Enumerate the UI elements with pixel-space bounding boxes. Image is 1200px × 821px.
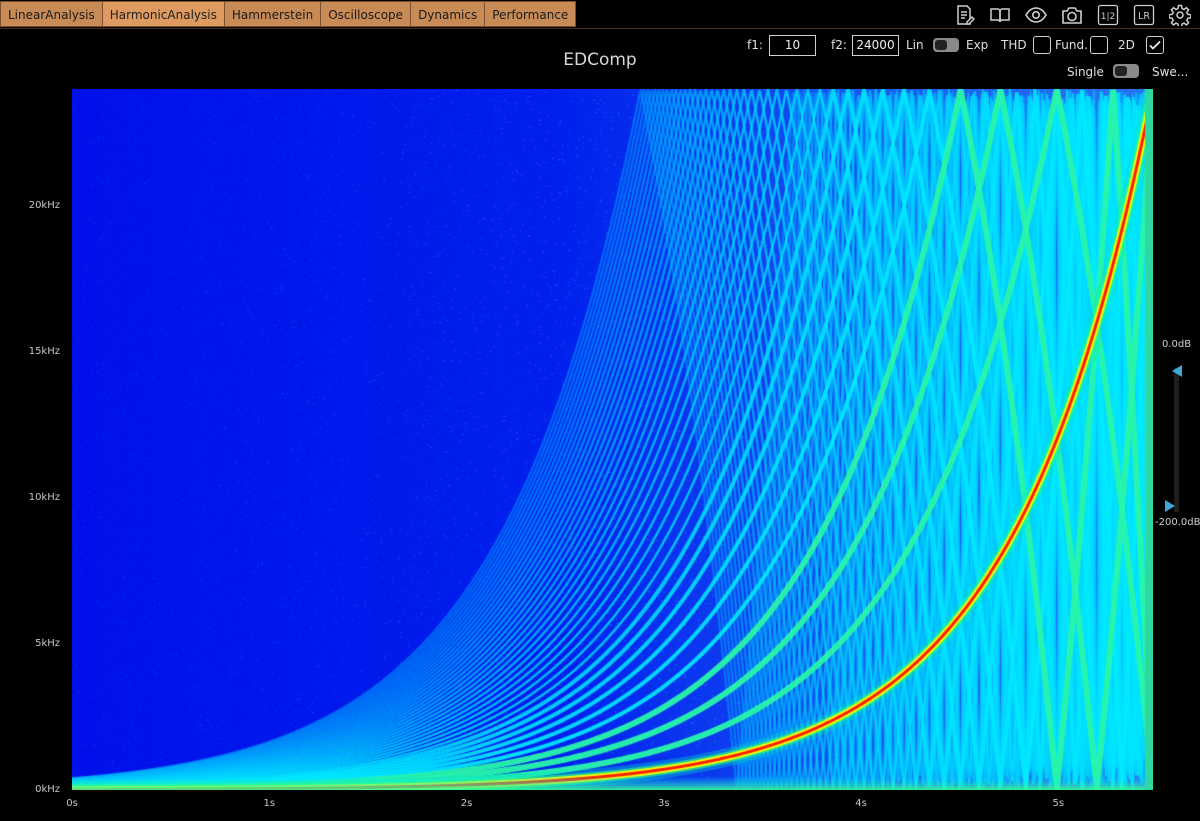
db-min-handle[interactable] — [1165, 500, 1175, 512]
tab-linearanalysis[interactable]: LinearAnalysis — [0, 1, 102, 27]
toggle-knob — [1115, 66, 1127, 76]
y-tick-label: 5kHz — [35, 637, 60, 649]
y-tick-label: 0kHz — [35, 784, 60, 795]
x-tick-label: 3s — [657, 798, 670, 809]
tab-oscilloscope[interactable]: Oscilloscope — [320, 1, 411, 27]
lin-exp-toggle[interactable] — [933, 38, 959, 52]
twod-label: 2D — [1118, 38, 1135, 52]
tab-hammerstein[interactable]: Hammerstein — [223, 1, 321, 27]
svg-text:LR: LR — [1138, 11, 1150, 22]
gear-icon[interactable] — [1168, 4, 1192, 26]
fund-label: Fund. — [1055, 38, 1088, 52]
tab-bar: LinearAnalysis HarmonicAnalysis Hammerstei… — [0, 0, 577, 28]
x-tick-label: 5s — [1052, 798, 1065, 809]
f1-input[interactable]: 10 — [769, 35, 816, 56]
db-min-label: -200.0dB — [1155, 517, 1200, 528]
f1-label: f1: — [747, 38, 763, 52]
eye-icon[interactable] — [1024, 4, 1048, 26]
lr-icon[interactable]: LR — [1132, 4, 1156, 26]
svg-text:1|2: 1|2 — [1101, 12, 1115, 22]
f2-input[interactable]: 24000 — [852, 35, 899, 56]
spectrogram-plot[interactable] — [72, 89, 1153, 790]
single-sweep-toggle[interactable] — [1113, 64, 1139, 78]
camera-icon[interactable] — [1060, 4, 1084, 26]
checkmark-icon — [1149, 40, 1161, 50]
tab-performance[interactable]: Performance — [484, 1, 577, 27]
sweep-label: Swe... — [1152, 65, 1189, 79]
x-tick-label: 2s — [460, 798, 473, 809]
thd-checkbox[interactable] — [1033, 36, 1051, 54]
x-tick-label: 0s — [66, 798, 78, 809]
half-icon[interactable]: 1|2 — [1096, 4, 1120, 26]
x-tick-label: 4s — [855, 798, 867, 809]
thd-label: THD — [1001, 38, 1027, 52]
single-label: Single — [1067, 65, 1104, 79]
notes-icon[interactable] — [952, 4, 976, 26]
twod-checkbox[interactable] — [1146, 36, 1164, 54]
x-tick-label: 1s — [263, 798, 276, 809]
y-tick-label: 10kHz — [28, 491, 60, 503]
tab-bar-divider — [0, 28, 1200, 29]
y-tick-label: 15kHz — [28, 345, 60, 357]
tab-harmonicanalysis[interactable]: HarmonicAnalysis — [101, 1, 224, 27]
lin-label: Lin — [906, 38, 924, 52]
toolbar-icons: 1|2 LR — [952, 4, 1192, 26]
db-max-handle[interactable] — [1172, 365, 1182, 377]
y-tick-label: 20kHz — [28, 199, 60, 211]
tab-dynamics[interactable]: Dynamics — [410, 1, 485, 27]
f2-label: f2: — [831, 38, 847, 52]
page-title: EDComp — [563, 50, 637, 70]
db-max-label: 0.0dB — [1162, 339, 1192, 350]
book-icon[interactable] — [988, 4, 1012, 26]
fund-checkbox[interactable] — [1090, 36, 1108, 54]
toggle-knob — [935, 40, 947, 50]
exp-label: Exp — [966, 38, 989, 52]
db-scale-bar — [1174, 368, 1179, 512]
